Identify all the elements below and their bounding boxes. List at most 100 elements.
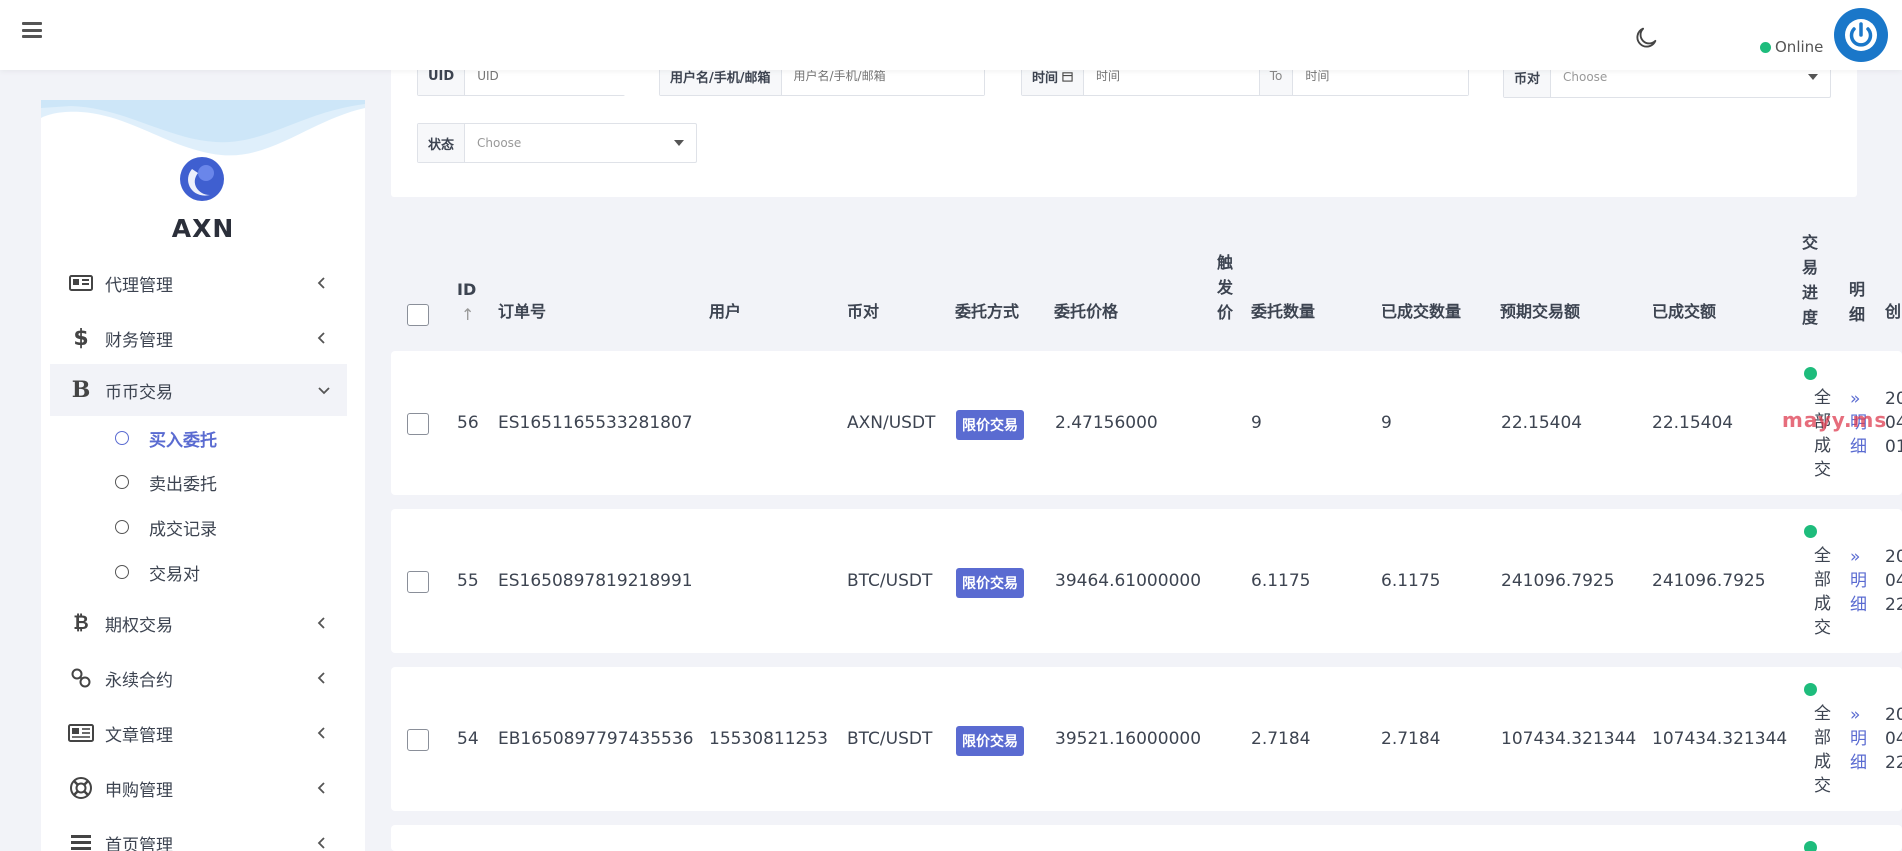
status-filter: 状态 Choose — [417, 123, 697, 163]
status-dot-icon — [1804, 367, 1817, 380]
hamburger-menu-icon[interactable] — [22, 22, 42, 38]
column-header-pair: 币对 — [847, 302, 880, 321]
row-checkbox[interactable] — [407, 413, 429, 435]
status-select[interactable]: Choose — [465, 124, 696, 162]
sidebar: AXN 代理管理 $ 财务管理 B 币币交易 买入委托 卖出委托 成交记录 交易… — [41, 100, 365, 851]
sidebar-item-label: 财务管理 — [105, 330, 173, 351]
chevron-left-icon — [317, 276, 331, 290]
sidebar-item-perpetual[interactable]: 永续合约 — [50, 652, 347, 704]
cell-qty: 9 — [1251, 413, 1262, 433]
circle-icon — [115, 431, 129, 445]
chevron-left-icon — [317, 836, 331, 850]
sidebar-item-agent[interactable]: 代理管理 — [50, 257, 347, 309]
column-header-expected: 预期交易额 — [1500, 302, 1581, 321]
detail-link[interactable]: » 明细 — [1850, 545, 1874, 617]
calendar-icon — [1062, 71, 1073, 82]
caret-down-icon — [1808, 74, 1818, 80]
watermark: mayy.ms — [1782, 408, 1888, 432]
sidebar-subitem-sell-orders[interactable]: 卖出委托 — [115, 467, 217, 497]
status-filter-label: 状态 — [418, 124, 466, 162]
life-ring-icon — [67, 776, 95, 800]
cell-pair: BTC/USDT — [847, 571, 933, 591]
table-row: 55 ES1650897819218991 BTC/USDT 限价交易 3946… — [391, 509, 1902, 653]
moon-icon[interactable] — [1632, 24, 1660, 52]
filter-panel: UID 用户名/手机/邮箱 时间 To 币对 Choose 状态 Choose — [391, 52, 1857, 197]
cell-order-no: ES1651165533281807 — [498, 413, 693, 433]
cell-qty: 6.1175 — [1251, 571, 1311, 591]
sidebar-item-label: 期权交易 — [105, 615, 173, 636]
cell-price: 39464.61000000 — [1055, 571, 1202, 591]
row-checkbox[interactable] — [407, 571, 429, 593]
user-avatar[interactable] — [1834, 8, 1888, 62]
cell-done-amount: 22.15404 — [1652, 413, 1734, 433]
cell-expected: 22.15404 — [1501, 413, 1583, 433]
cell-user: 15530811253 — [709, 729, 828, 749]
newspaper-icon — [67, 723, 95, 743]
link-icon — [67, 667, 95, 689]
sidebar-subitem-buy-orders[interactable]: 买入委托 — [115, 423, 217, 453]
sidebar-item-label: 代理管理 — [105, 275, 173, 296]
column-header-detail: 明细 — [1849, 280, 1866, 324]
row-checkbox[interactable] — [407, 729, 429, 751]
column-header-id[interactable]: ID ↑ — [457, 277, 476, 327]
caret-down-icon — [674, 140, 684, 146]
table-row: 56 ES1651165533281807 AXN/USDT 限价交易 2.47… — [391, 351, 1902, 495]
cell-id: 56 — [457, 413, 479, 433]
table-row: 54 EB1650897797435536 15530811253 BTC/US… — [391, 667, 1902, 811]
sidebar-item-homepage[interactable]: 首页管理 — [50, 817, 347, 851]
sidebar-subitem-trading-pairs[interactable]: 交易对 — [115, 557, 200, 587]
power-icon — [1845, 19, 1877, 51]
detail-link[interactable]: » 明细 — [1850, 703, 1874, 775]
wave-decoration — [41, 100, 365, 156]
cell-filled: 9 — [1381, 413, 1392, 433]
progress-text: 全部成交 — [1814, 704, 1831, 796]
column-header-id-label: ID — [457, 280, 477, 299]
chevron-left-icon — [317, 331, 331, 345]
cell-created: 20 04 22 — [1885, 547, 1902, 615]
bitcoin-icon: ₿ — [73, 611, 89, 634]
sidebar-subitem-label: 成交记录 — [149, 519, 217, 540]
sidebar-subitem-trade-records[interactable]: 成交记录 — [115, 512, 217, 542]
cell-pair: BTC/USDT — [847, 729, 933, 749]
sidebar-item-label: 文章管理 — [105, 725, 173, 746]
sidebar-item-label: 申购管理 — [105, 780, 173, 801]
chevron-down-icon — [317, 385, 331, 395]
online-status-label: Online — [1775, 38, 1824, 56]
cell-qty: 2.7184 — [1251, 729, 1311, 749]
cell-created: 20 04 22 — [1885, 705, 1902, 773]
column-header-done-amount: 已成交额 — [1652, 302, 1717, 321]
status-dot-icon — [1804, 683, 1817, 696]
circle-icon — [115, 565, 129, 579]
sidebar-brand: AXN — [41, 100, 365, 250]
sidebar-item-finance[interactable]: $ 财务管理 — [50, 312, 347, 364]
chevron-left-icon — [317, 781, 331, 795]
progress-text: 全部成交 — [1814, 388, 1831, 480]
sidebar-item-articles[interactable]: 文章管理 — [50, 707, 347, 759]
sort-up-icon: ↑ — [461, 305, 475, 324]
sidebar-item-spot-trading[interactable]: B 币币交易 — [50, 364, 347, 416]
column-header-order-no: 订单号 — [498, 302, 547, 321]
column-header-filled: 已成交数量 — [1381, 302, 1462, 321]
cell-expected: 107434.321344 — [1501, 729, 1637, 749]
sidebar-item-options[interactable]: ₿ 期权交易 — [50, 597, 347, 649]
cell-progress: 全部成交 — [1804, 525, 1840, 640]
cell-price: 39521.16000000 — [1055, 729, 1202, 749]
column-header-progress: 交易进度 — [1802, 233, 1819, 327]
pair-select-value: Choose — [1563, 70, 1608, 84]
sidebar-item-subscription[interactable]: 申购管理 — [50, 762, 347, 814]
status-select-value: Choose — [477, 136, 522, 150]
select-all-checkbox[interactable] — [407, 304, 429, 326]
cell-id: 54 — [457, 729, 479, 749]
brand-logo-icon — [180, 157, 224, 201]
cell-order-no: ES1650897819218991 — [498, 571, 693, 591]
cell-order-no: EB1650897797435536 — [498, 729, 694, 749]
cell-expected: 241096.7925 — [1501, 571, 1615, 591]
id-card-icon — [67, 274, 95, 292]
cell-progress: 全部成交 — [1804, 683, 1840, 798]
sidebar-item-label: 币币交易 — [105, 382, 173, 403]
cell-filled: 2.7184 — [1381, 729, 1441, 749]
status-dot-icon — [1804, 841, 1817, 851]
column-header-price: 委托价格 — [1054, 302, 1119, 321]
cell-done-amount: 241096.7925 — [1652, 571, 1766, 591]
cell-id: 55 — [457, 571, 479, 591]
